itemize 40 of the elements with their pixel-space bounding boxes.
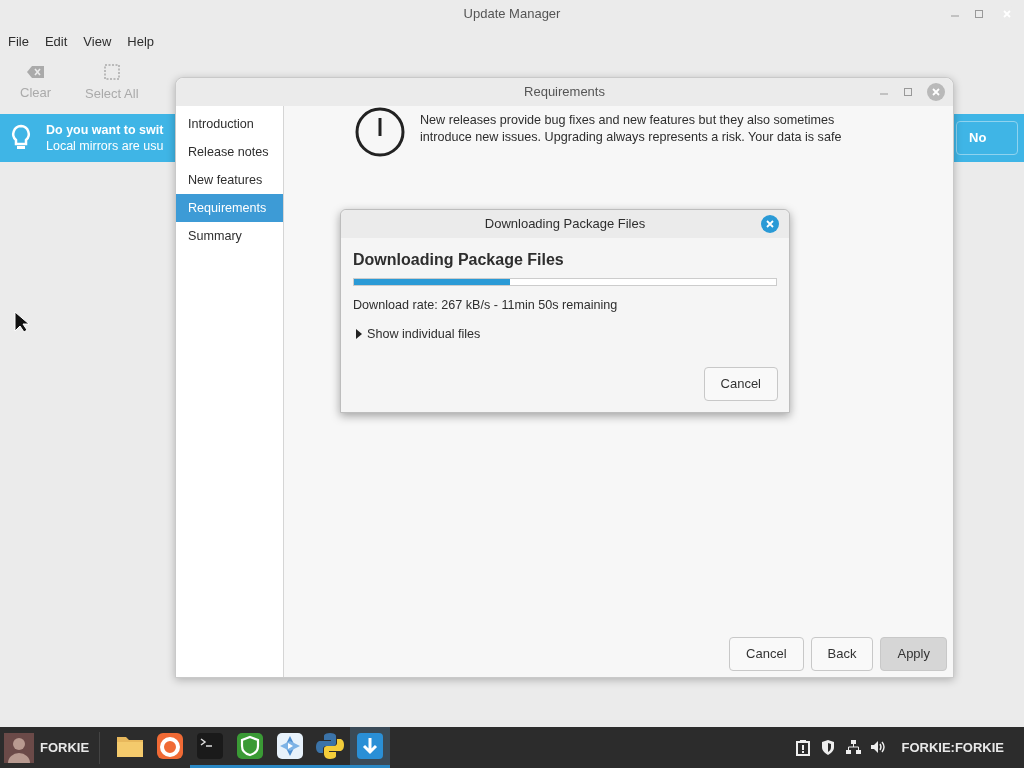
close-icon[interactable] xyxy=(761,215,779,233)
session-name[interactable]: FORKIE:FORKIE xyxy=(901,737,1004,758)
sidebar-item[interactable]: Release notes xyxy=(176,138,283,166)
dialog-button[interactable]: Apply xyxy=(880,637,947,671)
dialog-button[interactable]: Back xyxy=(810,637,874,671)
browser-icon xyxy=(155,731,186,761)
infobar-text: Local mirrors are usu xyxy=(46,138,164,154)
lightbulb-icon xyxy=(10,124,32,152)
dialog-heading: Downloading Package Files xyxy=(353,250,565,270)
clear-icon xyxy=(27,65,45,80)
terminal-icon xyxy=(195,731,226,761)
select-icon xyxy=(103,64,120,81)
pinwheel-icon xyxy=(275,731,306,761)
user-name[interactable]: FORKIE xyxy=(40,737,90,758)
message-text: New releases provide bug fixes and new features but they also sometimes introduce new issues. Upgrading always represents a risk. Your data is safe xyxy=(420,112,842,145)
sidebar-item[interactable]: Summary xyxy=(176,222,283,250)
network-icon[interactable] xyxy=(845,739,863,756)
dialog-button[interactable]: Cancel xyxy=(729,637,804,671)
window-title: Requirements xyxy=(524,83,605,102)
cursor-icon xyxy=(14,311,30,333)
menu-item[interactable]: View xyxy=(79,32,116,52)
menu-item[interactable]: Edit xyxy=(40,32,72,52)
expander[interactable]: Show individual files xyxy=(355,324,481,344)
download-icon xyxy=(355,731,386,761)
menu-item[interactable]: File xyxy=(4,32,33,52)
expander-icon xyxy=(355,329,363,340)
menu-item[interactable]: Help xyxy=(123,32,159,52)
python-icon xyxy=(315,731,346,761)
shield-icon xyxy=(235,731,266,761)
warning-icon xyxy=(354,106,406,158)
clipboard-icon[interactable] xyxy=(795,739,813,756)
avatar-icon[interactable] xyxy=(4,732,34,763)
taskbar-button[interactable] xyxy=(350,727,391,768)
dialog-title: Downloading Package Files xyxy=(484,215,646,234)
cancel-button[interactable]: Cancel xyxy=(703,367,778,401)
window-title: Update Manager xyxy=(463,5,561,24)
infobar-title: Do you want to swit xyxy=(46,122,164,138)
sidebar-item[interactable]: Introduction xyxy=(176,110,283,138)
download-status: Download rate: 267 kB/s - 11min 50s remaining xyxy=(353,297,619,314)
sidebar-item[interactable]: New features xyxy=(176,166,283,194)
